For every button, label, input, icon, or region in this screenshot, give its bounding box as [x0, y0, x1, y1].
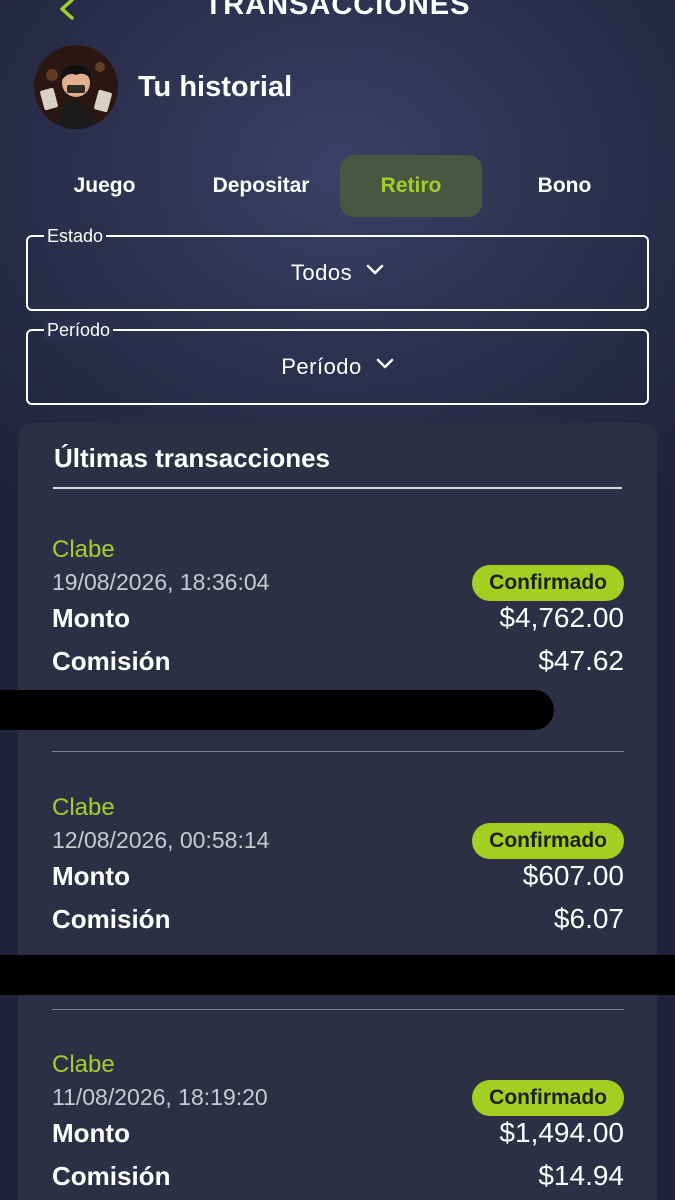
history-heading: Tu historial	[138, 70, 293, 103]
estado-select[interactable]: Estado Todos	[26, 225, 649, 311]
estado-value: Todos	[290, 260, 353, 285]
panel-title: Últimas transacciones	[54, 443, 331, 473]
amount-label: Monto	[52, 861, 130, 891]
amount-value: $607.00	[522, 860, 624, 891]
periodo-select[interactable]: Período Período	[26, 319, 649, 405]
tab-depositar[interactable]: Depositar	[182, 155, 340, 217]
transaction-item[interactable]: Clabe 12/08/2026, 00:58:14 Confirmado Mo…	[52, 794, 624, 934]
avatar-illustration	[34, 45, 118, 129]
redaction-bar	[0, 690, 554, 730]
transaction-item[interactable]: Clabe 11/08/2026, 18:19:20 Confirmado Mo…	[52, 1051, 624, 1200]
app-header: TRANSACCIONES	[0, 0, 675, 40]
item-divider	[52, 751, 624, 752]
estado-value-row: Todos	[28, 237, 647, 309]
page-title: TRANSACCIONES	[204, 0, 471, 21]
chevron-down-icon	[366, 264, 384, 275]
fee-label: Comisión	[52, 904, 171, 934]
avatar[interactable]	[34, 45, 118, 129]
chevron-down-icon	[376, 358, 394, 369]
fee-value: $14.94	[538, 1160, 624, 1191]
transaction-type-tabs: Juego Depositar Retiro Bono	[27, 155, 647, 217]
item-divider	[52, 1009, 624, 1010]
status-badge: Confirmado	[472, 823, 624, 859]
fee-value: $6.07	[553, 903, 624, 934]
title-divider	[53, 487, 622, 489]
amount-value: $4,762.00	[499, 602, 624, 633]
tab-juego[interactable]: Juego	[27, 155, 182, 217]
payment-method: Clabe	[52, 1051, 115, 1078]
amount-label: Monto	[52, 603, 130, 633]
amount-label: Monto	[52, 1118, 130, 1148]
profile-header: Tu historial	[34, 44, 292, 130]
transaction-item[interactable]: Clabe 19/08/2026, 18:36:04 Confirmado Mo…	[52, 536, 624, 676]
transaction-datetime: 11/08/2026, 18:19:20	[52, 1084, 268, 1110]
fee-label: Comisión	[52, 1161, 171, 1191]
tab-retiro[interactable]: Retiro	[340, 155, 482, 217]
redaction-bar	[0, 955, 675, 995]
payment-method: Clabe	[52, 794, 115, 821]
status-badge: Confirmado	[472, 565, 624, 601]
fee-value: $47.62	[538, 645, 624, 676]
transaction-datetime: 12/08/2026, 00:58:14	[52, 827, 270, 853]
periodo-value-row: Período	[28, 331, 647, 403]
amount-value: $1,494.00	[499, 1117, 624, 1148]
payment-method: Clabe	[52, 536, 115, 563]
fee-label: Comisión	[52, 646, 171, 676]
tab-bono[interactable]: Bono	[482, 155, 647, 217]
status-badge: Confirmado	[472, 1080, 624, 1116]
transaction-datetime: 19/08/2026, 18:36:04	[52, 569, 270, 595]
periodo-value: Período	[281, 354, 362, 379]
